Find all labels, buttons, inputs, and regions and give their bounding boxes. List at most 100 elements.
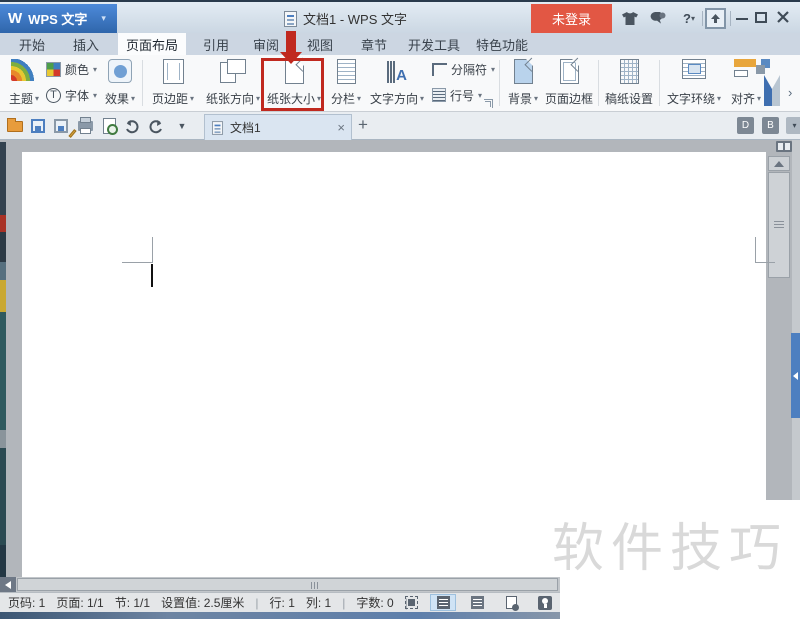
orientation-button[interactable]: 纸张方向 ▾ [203,57,263,109]
status-setting: 设置值: 2.5厘米 [161,596,245,610]
customize-toolbar-icon[interactable]: ▼ [172,116,192,136]
callout-highlight-box [261,58,324,111]
wps-menu-button[interactable]: W WPS 文字 ▾ [0,4,117,33]
group-divider [499,60,500,106]
document-canvas-left [6,152,22,577]
chevron-left-icon [793,372,798,380]
tab-special[interactable]: 特色功能 [470,33,534,55]
rotate-icon[interactable] [764,75,780,107]
ribbon: 主题 ▾ 颜色 ▾ T 字体 ▾ 效果 ▾ 页边距 ▾ 纸张方向 ▾ 纸张大小 ▾ [0,55,800,112]
effects-button[interactable]: 效果 ▾ [100,57,140,109]
chevron-down-icon: ▾ [101,13,106,23]
login-button[interactable]: 未登录 [531,4,612,33]
tab-page-layout[interactable]: 页面布局 [118,33,186,55]
docer-icon[interactable]: D [737,117,754,134]
font-icon: T [46,87,61,103]
text-wrap-button[interactable]: 文字环绕 ▾ [667,57,721,109]
taskbar-strip [0,612,560,619]
ribbon-tab-bar: 开始 插入 页面布局 引用 审阅 视图 章节 开发工具 特色功能 [0,33,800,55]
open-icon[interactable] [5,116,25,136]
line-numbers-button[interactable]: 行号 ▾ [432,86,482,104]
undo-icon[interactable] [122,116,142,136]
document-icon [211,120,224,135]
print-preview-icon[interactable] [99,116,119,136]
columns-icon [336,59,356,84]
tips-icon[interactable] [532,594,558,611]
tab-view[interactable]: 视图 [298,33,342,55]
scroll-left-button[interactable] [0,577,16,592]
margins-button[interactable]: 页边距 ▾ [147,57,199,109]
watermark-text: 软件技巧 [552,520,789,578]
status-page-number: 页码: 1 [8,596,46,610]
tab-insert[interactable]: 插入 [64,33,108,55]
page-border-icon [559,59,579,84]
wps-logo: W [8,10,23,27]
status-column: 列: 1 [305,596,332,610]
bookmark-icon[interactable]: B [762,117,779,134]
hide-ribbon-icon[interactable] [705,8,726,29]
document-canvas [0,140,800,152]
document-tab[interactable]: 文档1 × [204,114,352,140]
ribbon-overflow-icon[interactable]: › [788,85,792,100]
line-numbers-icon [432,88,446,102]
breaks-icon [432,62,447,76]
minimize-button[interactable] [736,18,748,20]
new-tab-icon[interactable]: + [358,115,368,135]
close-tab-icon[interactable]: × [337,120,345,135]
print-icon[interactable] [75,116,95,136]
page-view-icon[interactable] [430,594,456,611]
page-border-button[interactable]: 页面边框 [544,57,594,109]
close-button[interactable] [776,10,790,24]
horizontal-scrollbar[interactable] [0,577,560,592]
breaks-button[interactable]: 分隔符 ▾ [432,60,495,78]
text-wrap-icon [682,59,706,79]
fullscreen-view-icon[interactable] [398,594,424,611]
help-icon[interactable]: ? ▾ [676,9,702,28]
save-as-icon[interactable] [51,116,77,138]
web-layout-icon[interactable] [498,594,524,611]
feedback-icon[interactable] [648,9,668,28]
fonts-button[interactable]: T 字体 ▾ [46,86,97,104]
align-icon [734,59,758,77]
tab-section[interactable]: 章节 [352,33,396,55]
group-objects-icon[interactable] [756,59,772,75]
wps-writer-window: W WPS 文字 ▾ 文档1 - WPS 文字 未登录 ? ▾ 开始 插入 页面… [0,0,800,619]
window-right-border [792,140,800,500]
margin-crop-mark-left [122,262,153,263]
margins-icon [162,59,184,84]
horizontal-scrollbar-thumb[interactable] [17,578,558,591]
more-tools-icon[interactable]: ▾ [786,117,800,134]
scroll-up-button[interactable] [768,156,790,171]
divider [702,11,703,26]
ruler-toggle-icon[interactable] [776,141,792,152]
margin-crop-mark-right [755,262,775,263]
text-cursor [151,264,153,287]
tab-dev-tools[interactable]: 开发工具 [402,33,466,55]
save-icon[interactable] [28,116,48,136]
skin-store-icon[interactable] [620,9,640,28]
redo-icon[interactable] [146,116,166,136]
margin-crop-mark-right [755,237,756,263]
group-divider [142,60,143,106]
text-direction-button[interactable]: A 文字方向 ▾ [366,57,428,109]
grid-paper-button[interactable]: 稿纸设置 [604,57,654,109]
callout-arrow [286,31,296,53]
maximize-button[interactable] [755,12,767,23]
background-button[interactable]: 背景 ▾ [504,57,542,109]
status-line: 行: 1 [269,596,295,610]
theme-button[interactable]: 主题 ▾ [4,57,44,109]
colors-button[interactable]: 颜色 ▾ [46,60,97,78]
wps-menu-label: WPS 文字 [28,12,88,27]
status-pages: 页面: 1/1 [56,596,104,610]
dialog-launcher-icon[interactable] [484,99,493,108]
margin-crop-mark-left [152,237,153,263]
side-panel-tab[interactable] [791,333,800,418]
text-direction-icon: A [387,59,407,83]
group-divider [598,60,599,106]
columns-button[interactable]: 分栏 ▾ [327,57,365,109]
tab-references[interactable]: 引用 [194,33,238,55]
outline-view-icon[interactable] [464,594,490,611]
window-title: 文档1 - WPS 文字 [284,2,407,35]
title-bar: W WPS 文字 ▾ 文档1 - WPS 文字 未登录 ? ▾ [0,0,800,33]
tab-home[interactable]: 开始 [10,33,54,55]
